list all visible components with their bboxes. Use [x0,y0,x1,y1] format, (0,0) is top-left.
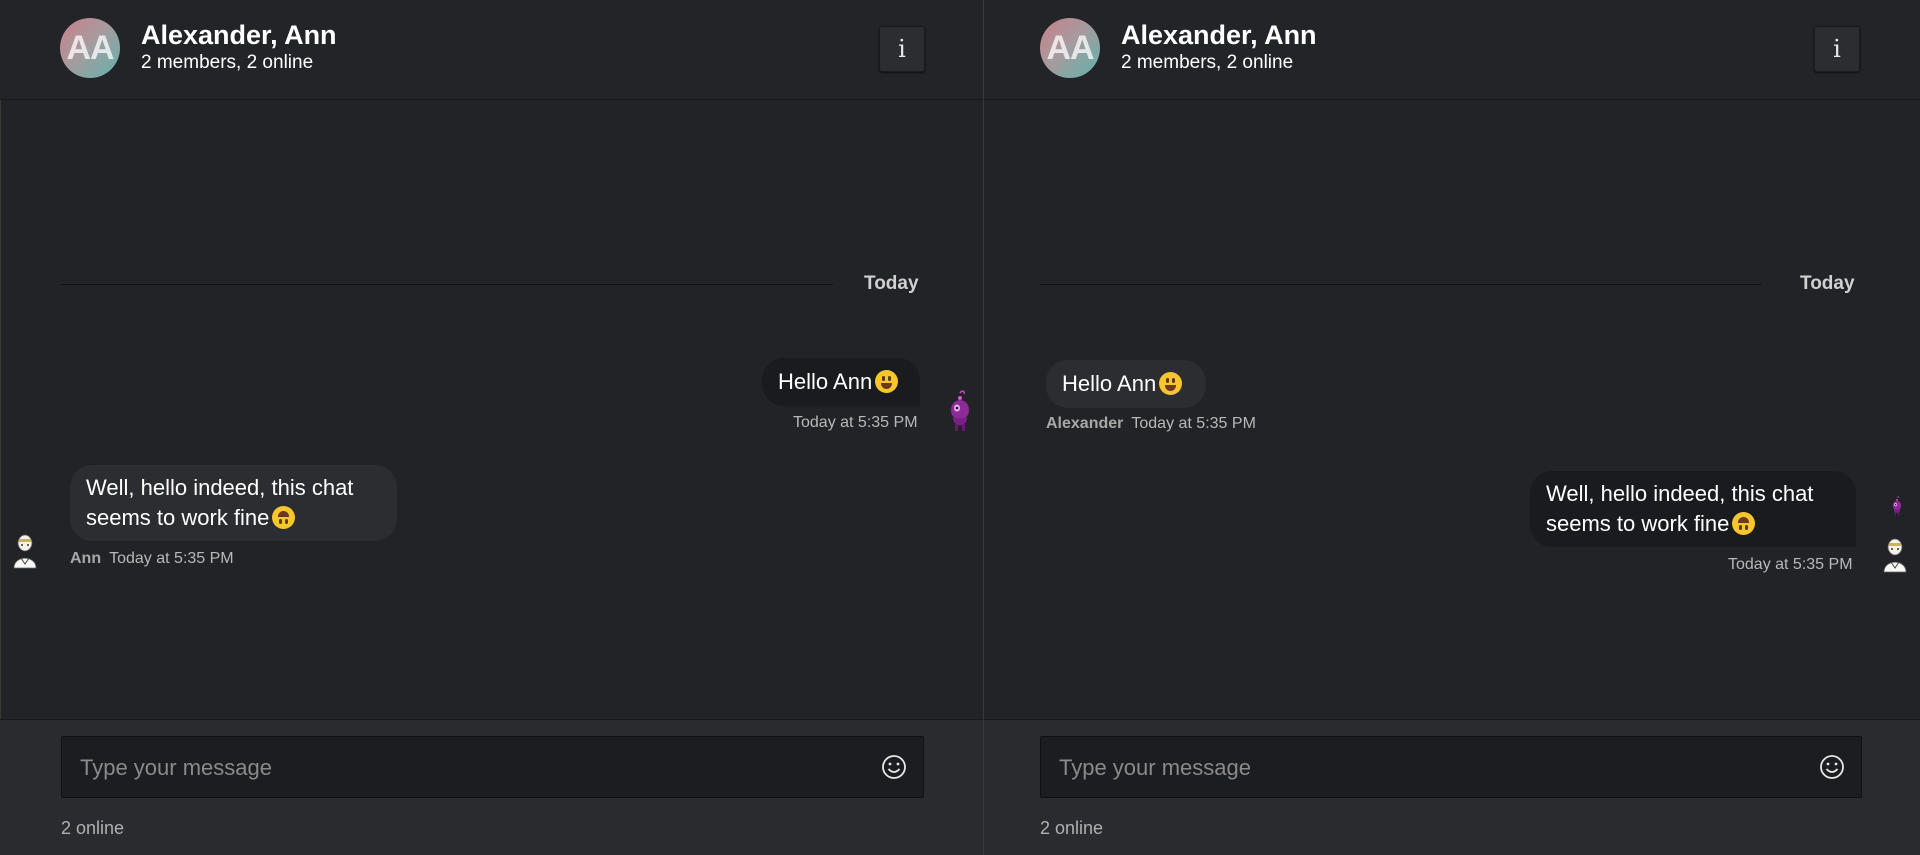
chat-title: Alexander, Ann [1121,20,1317,50]
message-text-line: seems to work fine [86,505,270,530]
upside-down-face-icon [1732,512,1756,535]
message-timestamp: Today at 5:35 PM [793,414,918,431]
chat-pane-left: AA Alexander, Ann 2 members, 2 online i … [0,0,984,855]
app-root: AA Alexander, Ann 2 members, 2 online i … [0,0,1920,855]
message-timestamp: Today at 5:35 PM [1131,415,1256,432]
ann-avatar-icon[interactable] [10,528,40,570]
date-divider-label: Today [864,273,919,294]
message-text: Hello Ann [1062,371,1157,396]
chat-header: AA Alexander, Ann 2 members, 2 online i [984,0,1920,100]
message-text: Hello Ann [778,369,873,394]
smiley-icon[interactable] [881,754,907,780]
message-meta: Ann Today at 5:35 PM [70,550,234,568]
message-composer [61,736,924,799]
date-divider-line [61,284,833,285]
member-count: 2 members, 2 online [1121,52,1294,73]
member-count: 2 members, 2 online [141,52,314,73]
info-button[interactable]: i [879,26,925,72]
message-timestamp: Today at 5:35 PM [1728,556,1853,573]
message-input[interactable] [1057,737,1758,799]
message-bubble-outgoing[interactable]: Well, hello indeed, this chat seems to w… [1530,471,1856,547]
online-status: 2 online [61,818,125,838]
alexander-avatar-icon[interactable] [945,390,975,432]
message-bubble-incoming[interactable]: Hello Ann [1046,360,1206,408]
sender-name: Alexander [1046,415,1124,432]
group-avatar[interactable]: AA [60,18,120,78]
grinning-face-icon [875,370,899,393]
message-text-line: seems to work fine [1546,511,1730,536]
message-timestamp: Today at 5:35 PM [109,550,234,567]
online-status: 2 online [1040,818,1104,838]
grinning-face-icon [1159,372,1183,395]
alexander-avatar-icon[interactable] [1890,496,1904,516]
chat-header: AA Alexander, Ann 2 members, 2 online i [0,0,983,100]
group-avatar[interactable]: AA [1040,18,1100,78]
message-bubble-outgoing[interactable]: Hello Ann [762,358,920,406]
message-meta: Alexander Today at 5:35 PM [1046,415,1256,433]
smiley-icon[interactable] [1819,754,1845,780]
info-button[interactable]: i [1814,26,1860,72]
message-input[interactable] [78,737,814,799]
ann-avatar-icon[interactable] [1880,532,1910,574]
message-text-line: Well, hello indeed, this chat [1546,481,1814,506]
chat-title: Alexander, Ann [141,20,337,50]
sender-name: Ann [70,550,102,567]
message-bubble-incoming[interactable]: Well, hello indeed, this chat seems to w… [70,465,397,541]
message-text-line: Well, hello indeed, this chat [86,475,354,500]
date-divider-label: Today [1800,273,1855,294]
date-divider-line [1040,284,1762,285]
message-composer [1040,736,1862,799]
chat-pane-right: AA Alexander, Ann 2 members, 2 online i … [984,0,1920,855]
upside-down-face-icon [272,506,296,529]
